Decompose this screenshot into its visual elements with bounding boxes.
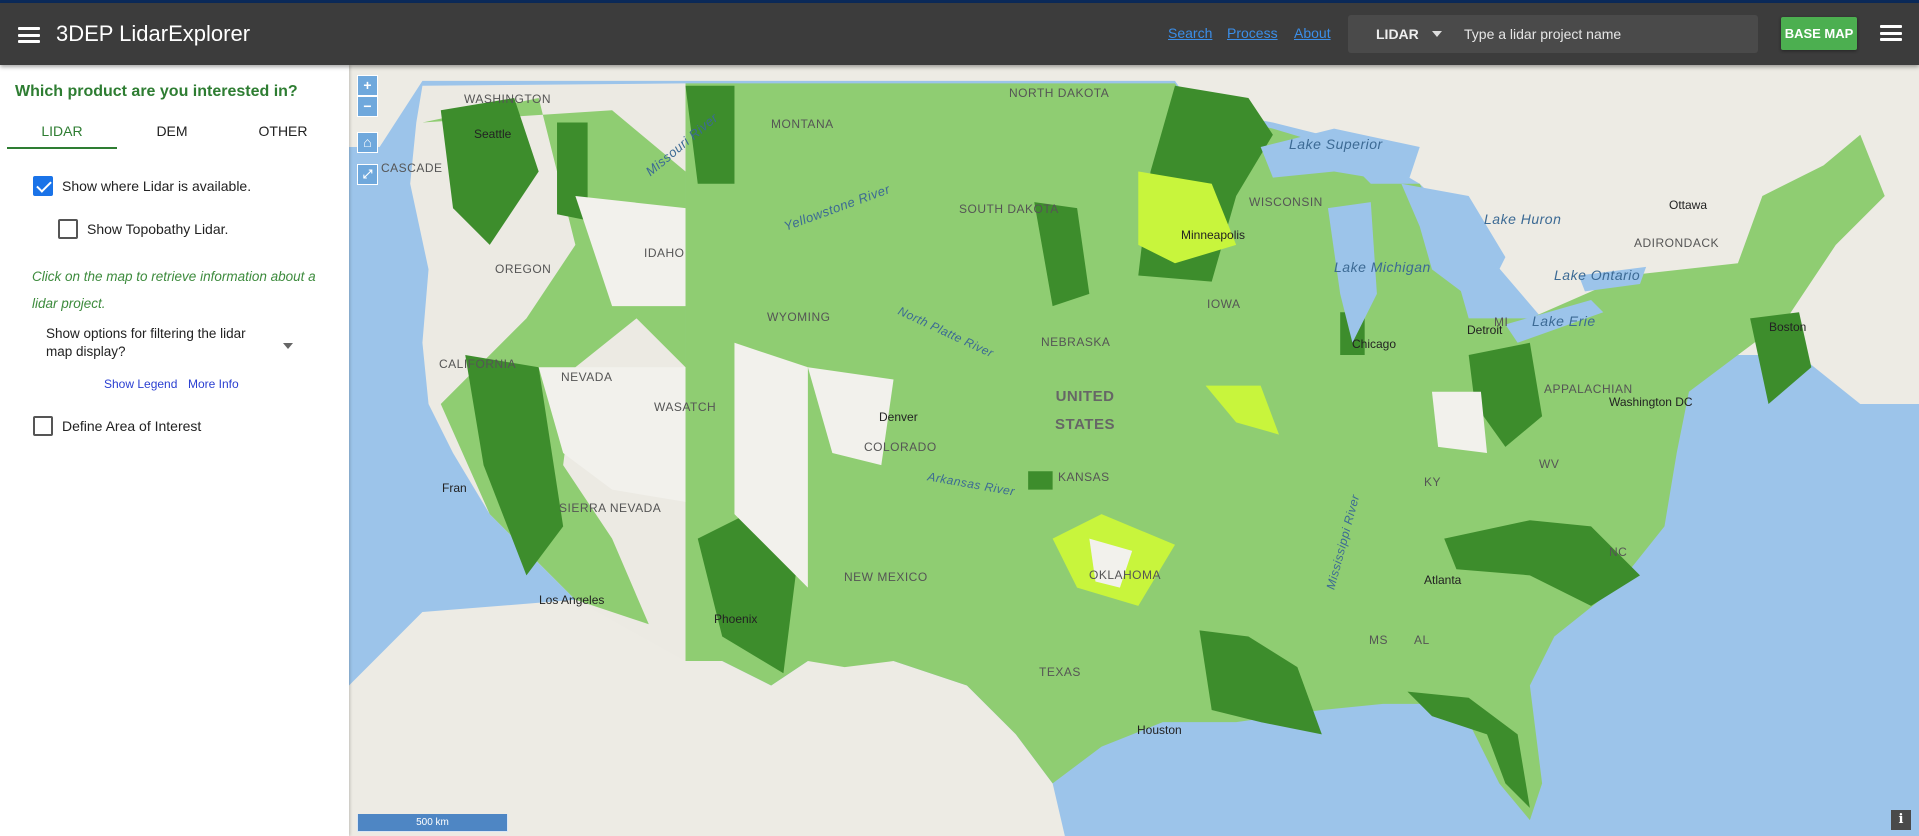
lake-label: Lake Superior [1289,136,1383,152]
map-label: OKLAHOMA [1089,568,1162,582]
map-label: WV [1539,457,1560,471]
map-label: NEW MEXICO [844,570,928,584]
map-label: NEVADA [561,370,613,384]
full-extent-icon[interactable]: ⤢ [357,164,378,185]
city-label: Houston [1137,723,1182,737]
more-info-link[interactable]: More Info [188,377,239,391]
map-label-country: UNITED STATES [1055,388,1115,433]
city-label: Minneapolis [1181,228,1246,242]
city-label: Atlanta [1424,573,1462,587]
city-label: Boston [1769,320,1807,334]
map-label: TEXAS [1039,665,1081,679]
map-label: KY [1424,475,1442,489]
tab-dem[interactable]: DEM [117,123,227,139]
project-search: LIDAR [1348,15,1758,53]
search-type-select[interactable]: LIDAR [1376,26,1419,42]
map-label: CALIFORNIA [439,357,517,371]
map-label: APPALACHIAN [1544,382,1633,396]
lake-label: Lake Ontario [1554,267,1641,283]
show-topobathy-checkbox[interactable] [58,219,78,239]
map-click-hint: Click on the map to retrieve information… [32,269,316,311]
map-label: AL [1414,633,1430,647]
map-canvas[interactable] [349,65,1919,836]
map-label: CASCADE [381,161,443,175]
lake-label: Lake Erie [1532,313,1596,329]
process-link[interactable]: Process [1227,25,1278,41]
city-label: Detroit [1467,323,1503,337]
city-label: Washington DC [1609,395,1693,409]
caret-down-icon[interactable] [283,343,293,349]
map-label: NORTH DAKOTA [1009,86,1110,100]
city-label: Phoenix [714,612,758,626]
aoi-label: Define Area of Interest [62,418,202,434]
caret-down-icon[interactable] [1432,31,1442,37]
show-legend-link[interactable]: Show Legend [104,377,177,391]
search-link[interactable]: Search [1168,25,1212,41]
map-label: WASATCH [654,400,717,414]
product-heading: Which product are you interested in? [15,83,298,100]
tab-lidar[interactable]: LIDAR [7,123,117,139]
city-label: Denver [879,410,918,424]
info-icon[interactable]: i [1891,810,1911,830]
map-label: NEBRASKA [1041,335,1111,349]
city-label: Los Angeles [539,593,605,607]
tab-other[interactable]: OTHER [228,123,338,139]
lake-label: Lake Michigan [1334,259,1431,275]
menu-icon-right[interactable] [1880,25,1902,41]
zoom-in-button[interactable]: + [357,75,378,96]
base-map-button[interactable]: BASE MAP [1781,17,1857,50]
show-topobathy-label: Show Topobathy Lidar. [87,221,229,237]
filter-options-toggle[interactable]: Show options for filtering the lidar map… [46,325,266,361]
map-label: WYOMING [767,310,831,324]
city-label: Seattle [474,127,512,141]
active-tab-indicator [7,147,117,149]
home-button[interactable]: ⌂ [357,132,378,153]
map-label: SOUTH DAKOTA [959,202,1059,216]
map-label: COLORADO [864,440,937,454]
lake-label: Lake Huron [1484,211,1562,227]
zoom-out-button[interactable]: − [357,96,378,117]
map-label: WISCONSIN [1249,195,1323,209]
app-header: 3DEP LidarExplorer Search Process About … [0,3,1919,65]
map-view[interactable]: WASHINGTON MONTANA NORTH DAKOTA SOUTH DA… [349,65,1919,836]
menu-icon[interactable] [18,27,40,43]
map-label: SIERRA NEVADA [559,501,662,515]
map-label: NC [1609,545,1628,559]
app-title: 3DEP LidarExplorer [56,21,251,46]
map-label: WASHINGTON [464,92,552,106]
sidebar: Which product are you interested in? LID… [0,65,349,836]
aoi-checkbox[interactable] [33,416,53,436]
map-label: MS [1369,633,1388,647]
map-label: IDAHO [644,246,685,260]
map-label: KANSAS [1058,470,1110,484]
city-label: Fran [442,481,467,495]
show-lidar-checkbox[interactable] [33,176,53,196]
city-label: Ottawa [1669,198,1708,212]
show-lidar-label: Show where Lidar is available. [62,178,252,194]
map-label: ADIRONDACK [1634,236,1720,250]
map-label: OREGON [495,262,552,276]
project-name-input[interactable] [1464,21,1744,47]
about-link[interactable]: About [1294,25,1331,41]
city-label: Chicago [1352,337,1397,351]
map-label: MONTANA [771,117,834,131]
map-label: IOWA [1207,297,1241,311]
scale-bar: 500 km [357,814,508,832]
